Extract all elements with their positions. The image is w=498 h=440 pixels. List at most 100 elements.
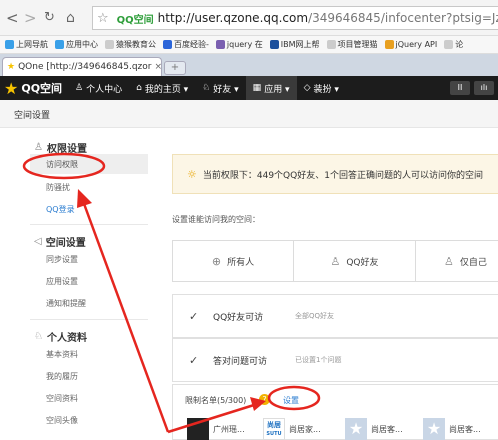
sidebar-item[interactable]: 访问权限 bbox=[30, 154, 148, 174]
bookmark-item[interactable]: 论 bbox=[444, 39, 463, 50]
grid-icon: ▦ bbox=[252, 83, 262, 93]
browser-toolbar: < > ↻ ⌂ ☆ QQ空间 http://user.qzone.qq.com/… bbox=[0, 0, 498, 36]
help-icon[interactable]: ? bbox=[259, 394, 270, 405]
close-tab-icon[interactable]: × bbox=[154, 62, 161, 72]
sidebar-item[interactable]: 基本资料 bbox=[46, 349, 78, 360]
topbar-item-label: 装扮 ▾ bbox=[313, 84, 339, 95]
sidebar-section-title: ♙ 权限设置 bbox=[34, 140, 87, 155]
sidebar-item[interactable]: QQ登录 bbox=[46, 204, 75, 215]
bookmark-favicon-icon bbox=[105, 40, 114, 49]
browser-tab[interactable]: ★ QOne [http://349646845.qzor × bbox=[2, 57, 162, 76]
topbar-item-label: 个人中心 bbox=[86, 84, 123, 95]
option-label: 仅自己 bbox=[459, 257, 487, 268]
bookmark-label: 论 bbox=[455, 40, 464, 49]
bookmark-favicon-icon bbox=[5, 40, 14, 49]
topbar-item-shield[interactable]: ◇ 装扮 ▾ bbox=[297, 76, 346, 100]
site-badge: QQ空间 bbox=[116, 14, 154, 26]
topbar-item-user[interactable]: ♙ 个人中心 bbox=[68, 76, 129, 100]
bookmark-label: IBM网上帮 bbox=[280, 40, 320, 49]
refresh-icon[interactable]: ↻ bbox=[44, 9, 55, 27]
address-bar[interactable]: ☆ QQ空间 http://user.qzone.qq.com/34964684… bbox=[92, 6, 498, 30]
globe-icon: ⊕ bbox=[211, 254, 222, 268]
topbar-item-label: 我的主页 ▾ bbox=[144, 84, 189, 95]
info-icon: ☼ bbox=[187, 167, 197, 181]
set-limited-link[interactable]: 设置 bbox=[283, 395, 299, 406]
permission-notice: ☼ 当前权限下：449个QQ好友、1个回答正确问题的人可以访问你的空间 bbox=[172, 154, 498, 194]
sidebar-item[interactable]: 防骚扰 bbox=[46, 182, 70, 193]
option-label: QQ好友 bbox=[346, 257, 379, 268]
limited-friend[interactable]: 广州瑶... bbox=[187, 418, 245, 440]
sidebar-divider bbox=[30, 319, 148, 320]
option-label: 所有人 bbox=[227, 257, 255, 268]
bookmark-favicon-icon bbox=[384, 40, 394, 49]
permission-desc: 全部QQ好友 bbox=[295, 312, 335, 320]
topbar-item-grid[interactable]: ▦ 应用 ▾ bbox=[245, 76, 297, 100]
bookmark-item[interactable]: jquery 在 bbox=[215, 39, 263, 50]
topbar-item-friends[interactable]: ♘ 好友 ▾ bbox=[195, 76, 245, 100]
tab-strip: ★ QOne [http://349646845.qzor × + bbox=[0, 54, 498, 76]
bookmark-favicon-icon bbox=[269, 40, 279, 49]
bookmark-item[interactable]: 百度经验- bbox=[163, 39, 209, 50]
section-title-text: 权限设置 bbox=[46, 144, 87, 155]
bookmark-item[interactable]: jQuery API bbox=[384, 40, 438, 49]
forward-icon[interactable]: > bbox=[24, 9, 37, 27]
section-title-text: 个人资料 bbox=[46, 333, 87, 344]
bookmark-item[interactable]: 应用中心 bbox=[55, 39, 98, 50]
sidebar-item[interactable]: 同步设置 bbox=[46, 254, 78, 265]
bookmark-star-icon[interactable]: ☆ bbox=[97, 11, 109, 26]
home-icon[interactable]: ⌂ bbox=[66, 9, 75, 27]
bookmarks-bar: 上网导航 应用中心 猿猴教育公 百度经验-jquery 在 IBM网上帮 项目管理猫 jQu… bbox=[0, 36, 498, 54]
sidebar-item[interactable]: 我的履历 bbox=[46, 371, 78, 382]
sidebar-item[interactable]: 应用设置 bbox=[46, 276, 78, 287]
pause-icon[interactable]: II bbox=[450, 81, 470, 95]
bookmark-item[interactable]: 上网导航 bbox=[5, 39, 48, 50]
avatar bbox=[187, 418, 209, 440]
limited-list: 限制名单(5/300) ? 设置 广州瑶... 尚居 SUTU 尚居家... ★ 尚居客.… bbox=[172, 384, 498, 440]
limited-friend[interactable]: ★ 尚居客... bbox=[423, 418, 481, 440]
visibility-option-self[interactable]: ♙ 仅自己 bbox=[416, 240, 498, 282]
topbar-item-home[interactable]: ⌂ 我的主页 ▾ bbox=[129, 76, 195, 100]
bookmark-favicon-icon bbox=[55, 40, 64, 49]
tab-title: QOne [http://349646845.qzor bbox=[18, 62, 152, 72]
permission-row[interactable]: ✓ QQ好友可访 全部QQ好友 bbox=[172, 294, 498, 338]
checkmark-icon[interactable]: ✓ bbox=[189, 354, 201, 367]
friend-name: 尚居客... bbox=[371, 424, 403, 434]
profile-icon: ♘ bbox=[34, 331, 43, 342]
who-can-visit-label: 设置谁能访问我的空间： bbox=[172, 215, 260, 224]
bookmark-favicon-icon bbox=[215, 40, 225, 49]
topbar-item-label: 应用 ▾ bbox=[264, 84, 290, 95]
checkmark-icon[interactable]: ✓ bbox=[189, 310, 201, 323]
bookmark-item[interactable]: IBM网上帮 bbox=[269, 39, 320, 50]
bookmark-item[interactable]: 项目管理猫 bbox=[326, 39, 378, 50]
sidebar-item[interactable]: 空间资料 bbox=[46, 393, 78, 404]
permission-title: 答对问题可访 bbox=[213, 356, 268, 367]
avatar-default-star-icon: ★ bbox=[423, 418, 445, 440]
qzone-logo[interactable]: ★ QQ空间 bbox=[0, 79, 68, 98]
bookmark-favicon-icon bbox=[444, 40, 454, 49]
visibility-option-friends[interactable]: ♙ QQ好友 bbox=[294, 240, 416, 282]
sidebar-divider bbox=[30, 224, 148, 225]
limited-friend[interactable]: ★ 尚居客... bbox=[345, 418, 403, 440]
lock-icon: ♙ bbox=[444, 254, 454, 268]
sidebar-item[interactable]: 空间头像 bbox=[46, 415, 78, 426]
shield-icon: ◇ bbox=[303, 83, 311, 93]
visibility-option-everyone[interactable]: ⊕ 所有人 bbox=[172, 240, 294, 282]
limited-list-label: 限制名单(5/300) bbox=[185, 396, 247, 405]
music-bars-icon[interactable]: ılı bbox=[474, 81, 494, 95]
bookmark-label: 猿猴教育公 bbox=[116, 40, 156, 49]
bookmark-label: jQuery API bbox=[395, 40, 438, 49]
back-icon[interactable]: < bbox=[6, 9, 19, 27]
home-icon: ⌂ bbox=[136, 83, 142, 93]
settings-sidebar: ♙ 权限设置 访问权限 防骚扰 QQ登录 ◁ 空间设置 同步设置 应用设置 通知和提醒 ♘ 个人资料基… bbox=[0, 128, 160, 440]
url-text[interactable]: http://user.qzone.qq.com/349646845/infoc… bbox=[158, 11, 498, 25]
sidebar-item[interactable]: 通知和提醒 bbox=[46, 298, 86, 309]
limited-friend[interactable]: 尚居 SUTU 尚居家... bbox=[263, 418, 321, 440]
new-tab-button[interactable]: + bbox=[164, 61, 186, 75]
bookmark-item[interactable]: 猿猴教育公 bbox=[105, 39, 156, 50]
avatar-brand-top: 尚居 bbox=[267, 421, 281, 429]
avatar-default-star-icon: ★ bbox=[345, 418, 367, 440]
qzone-star-icon: ★ bbox=[4, 78, 19, 98]
topbar-item-label: 好友 ▾ bbox=[213, 84, 239, 95]
permission-row[interactable]: ✓ 答对问题可访 已设置1个问题 bbox=[172, 338, 498, 382]
sidebar-section-title: ♘ 个人资料 bbox=[34, 329, 87, 344]
